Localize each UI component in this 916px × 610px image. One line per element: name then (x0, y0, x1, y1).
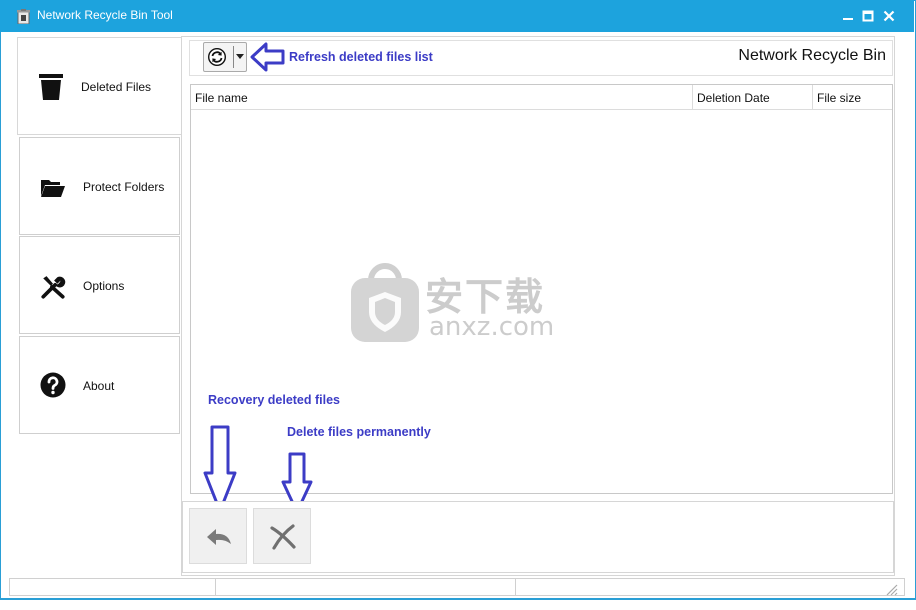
delete-permanently-button[interactable] (253, 508, 311, 564)
window-bottom-border (0, 598, 916, 610)
undo-icon (207, 529, 231, 545)
status-divider (215, 579, 216, 595)
app-icon (17, 9, 30, 24)
recover-button[interactable] (189, 508, 247, 564)
sidebar-item-label: About (83, 379, 115, 393)
delete-x-icon (270, 524, 296, 550)
trash-icon (39, 74, 63, 100)
table-header: File name Deletion Date File size (191, 85, 892, 110)
column-header-file-name[interactable]: File name (191, 85, 692, 109)
annotation-delete: Delete files permanently (287, 425, 431, 439)
refresh-button[interactable] (203, 42, 247, 72)
watermark: 安下载 anxz.com (349, 262, 569, 346)
sidebar-item-options[interactable]: Options (19, 236, 180, 334)
minimize-button[interactable] (838, 6, 858, 26)
sidebar-item-label: Protect Folders (83, 180, 165, 194)
window-title: Network Recycle Bin Tool (37, 8, 173, 22)
question-icon (40, 372, 66, 398)
close-button[interactable] (879, 6, 899, 26)
page-title: Network Recycle Bin (738, 47, 886, 64)
watermark-bag-icon (351, 263, 419, 342)
chevron-down-icon[interactable] (236, 54, 244, 59)
resize-grip-icon[interactable] (884, 582, 898, 596)
sidebar-item-about[interactable]: About (19, 336, 180, 434)
sidebar-item-deleted-files[interactable]: Deleted Files (17, 37, 182, 135)
column-header-deletion-date[interactable]: Deletion Date (692, 85, 812, 109)
split-separator (233, 46, 234, 68)
sidebar-item-label: Options (83, 279, 125, 293)
sidebar-item-protect-folders[interactable]: Protect Folders (19, 137, 180, 235)
column-header-file-size[interactable]: File size (812, 85, 892, 109)
status-bar (9, 578, 905, 596)
folder-open-icon (41, 180, 65, 197)
maximize-icon (862, 10, 874, 22)
sidebar-item-label: Deleted Files (81, 80, 152, 94)
close-icon (883, 10, 895, 22)
tools-icon (41, 276, 66, 299)
watermark-text-site: anxz.com (429, 312, 555, 342)
arrow-left-annotation-icon (250, 42, 285, 72)
refresh-icon (208, 48, 226, 66)
maximize-button[interactable] (858, 6, 878, 26)
status-divider (515, 579, 516, 595)
minimize-icon (843, 18, 853, 20)
annotation-refresh: Refresh deleted files list (289, 50, 433, 64)
title-bar: Network Recycle Bin Tool (0, 0, 914, 32)
arrow-down-annotation-icon (203, 425, 237, 513)
annotation-recover: Recovery deleted files (208, 393, 341, 407)
